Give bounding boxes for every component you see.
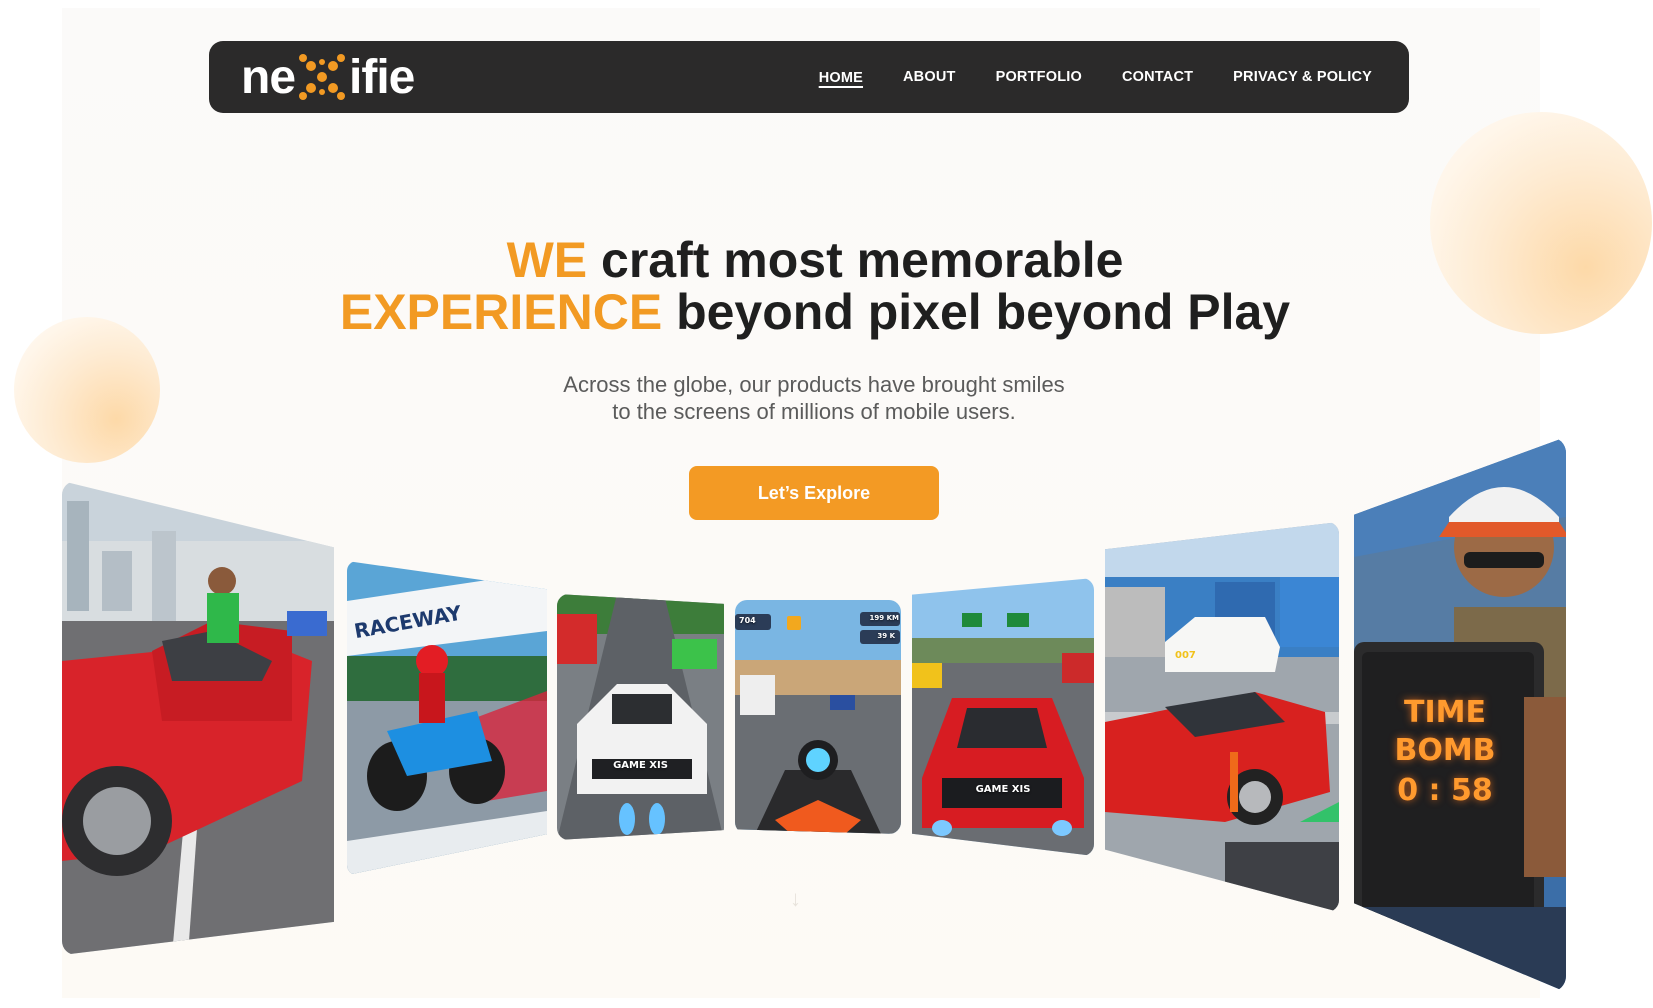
game-card-moto-raceway[interactable]: RACEWAY [347,561,547,875]
game-card-car-parking[interactable]: 007 [1105,522,1339,912]
nav-item-portfolio[interactable]: PORTFOLIO [996,69,1082,85]
parking-car-plate-label: 007 [1175,650,1196,661]
nav-item-privacy-policy[interactable]: PRIVACY & POLICY [1233,69,1372,85]
time-bomb-title-line-1: TIME [1404,695,1486,730]
car-racing-artwork [557,594,724,840]
game-card-bike-racing[interactable]: 704 199 KM 39 K [735,600,901,834]
bike-speed-label: 199 KM [869,614,899,622]
game-card-time-bomb[interactable]: TIME BOMB 0 : 58 [1354,437,1566,992]
nav-item-contact[interactable]: CONTACT [1122,69,1193,85]
hero-heading-accent-2: EXPERIENCE [339,284,663,340]
nav-item-home[interactable]: HOME [819,68,863,86]
game-card-highway-racing[interactable]: GAME XIS [912,578,1094,856]
game-card-car-racing[interactable]: GAME XIS [557,594,724,840]
highway-racing-artwork [912,578,1094,856]
bike-distance-label: 39 K [877,632,895,640]
logo-text-prefix: ne [241,50,296,104]
navbar: ne ifie HOME ABOUT PORTFOLIO CONTACT PRI… [209,41,1409,113]
time-bomb-title-line-2: BOMB [1394,733,1496,768]
nav-item-about[interactable]: ABOUT [903,69,956,85]
car-thief-artwork [62,481,334,955]
lets-explore-button[interactable]: Let’s Explore [689,466,939,520]
nav-menu: HOME ABOUT PORTFOLIO CONTACT PRIVACY & P… [819,41,1372,113]
hero-subtitle: Across the globe, our products have brou… [0,371,1628,425]
hero-subtitle-line-2: to the screens of millions of mobile use… [612,399,1016,424]
hero-heading-line-1: craft most memorable [587,232,1124,288]
arrow-down-icon[interactable]: ↓ [790,886,801,912]
game-card-car-thief[interactable] [62,481,334,955]
time-bomb-countdown: 0 : 58 [1397,773,1493,808]
bike-score-label: 704 [739,616,756,625]
hero-heading-accent-1: WE [506,232,588,288]
car-racing-label: GAME XIS [613,760,668,771]
hero-heading: WE craft most memorable EXPERIENCE beyon… [0,234,1630,338]
highway-racing-label: GAME XIS [975,784,1031,795]
logo-x-icon [297,52,347,102]
hero-heading-line-2: beyond pixel beyond Play [662,284,1291,340]
logo-text-suffix: ifie [349,50,415,104]
car-parking-artwork [1105,522,1339,912]
brand-logo[interactable]: ne ifie [241,50,415,104]
hero-subtitle-line-1: Across the globe, our products have brou… [563,372,1065,397]
